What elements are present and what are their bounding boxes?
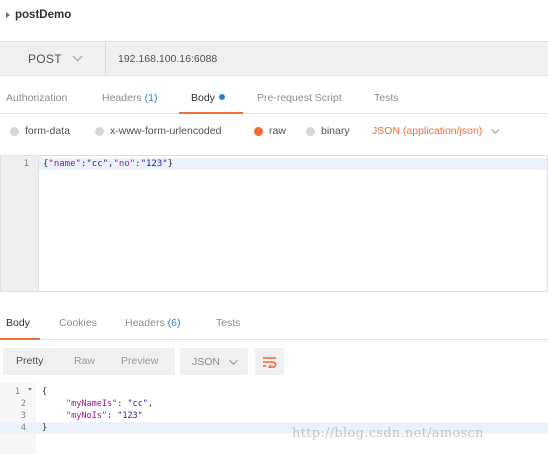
radio-icon xyxy=(306,126,315,136)
format-label: JSON xyxy=(192,355,221,368)
fold-toggle-icon[interactable] xyxy=(28,388,32,391)
watermark: http://blog.csdn.net/amoscn xyxy=(292,426,484,441)
code-line: "myNameIs": "cc", xyxy=(66,399,153,409)
response-body-viewer[interactable]: 1 2 3 4 { "myNameIs": "cc", "myNoIs": "1… xyxy=(0,383,548,454)
line-number: 3 xyxy=(20,411,26,421)
tab-pre-request-script[interactable]: Pre-request Script xyxy=(257,92,342,104)
collection-name: postDemo xyxy=(15,9,72,21)
code-line: "myNoIs": "123" xyxy=(66,411,143,421)
radio-x-www-form-urlencoded[interactable]: x-www-form-urlencoded xyxy=(95,125,221,137)
radio-form-data[interactable]: form-data xyxy=(10,125,70,137)
radio-label: binary xyxy=(321,125,350,137)
json-value: "cc" xyxy=(127,399,148,409)
tab-cookies[interactable]: Cookies xyxy=(59,317,97,329)
radio-binary[interactable]: binary xyxy=(306,125,350,137)
json-value: "cc" xyxy=(86,159,109,169)
body-mode-options: form-data x-www-form-urlencoded raw bina… xyxy=(0,122,548,142)
pretty-button[interactable]: Pretty xyxy=(16,355,43,367)
line-number: 4 xyxy=(20,423,26,433)
active-tab-indicator xyxy=(179,112,243,114)
tab-label: Authorization xyxy=(6,92,68,104)
tab-label: Headers xyxy=(102,92,142,104)
request-tabs: Authorization Headers (1) Body Pre-reque… xyxy=(0,86,548,114)
line-number: 1 xyxy=(14,387,20,397)
tab-headers[interactable]: Headers (1) xyxy=(102,92,157,104)
json-key: "name" xyxy=(48,159,81,169)
wrap-lines-button[interactable] xyxy=(255,348,284,375)
tab-response-headers[interactable]: Headers (6) xyxy=(125,317,180,329)
request-url-bar: POST 192.168.100.16:6088 xyxy=(0,41,548,76)
line-number-gutter xyxy=(1,156,39,291)
code-line: } xyxy=(42,423,48,433)
content-type-label: JSON (application/json) xyxy=(372,125,483,137)
radio-label: x-www-form-urlencoded xyxy=(110,125,222,137)
code-line: {"name":"cc","no":"123"} xyxy=(43,159,173,169)
divider xyxy=(105,42,106,75)
radio-selected-icon xyxy=(254,126,263,136)
colon: : xyxy=(117,399,128,409)
tab-response-tests[interactable]: Tests xyxy=(216,317,241,329)
json-key: "myNoIs" xyxy=(66,411,107,421)
tab-response-body[interactable]: Body xyxy=(6,317,30,329)
headers-count: (6) xyxy=(167,317,181,329)
line-number: 1 xyxy=(23,159,29,169)
method-select[interactable]: POST xyxy=(16,42,105,75)
view-mode-group: Pretty Raw Preview xyxy=(3,348,175,375)
response-tabs: Body Cookies Headers (6) Tests xyxy=(0,312,548,340)
radio-icon xyxy=(95,126,104,136)
url-input[interactable]: 192.168.100.16:6088 xyxy=(118,42,217,75)
tab-body[interactable]: Body xyxy=(191,92,225,104)
preview-button[interactable]: Preview xyxy=(121,355,158,367)
code-line: { xyxy=(42,387,48,397)
wrap-lines-icon xyxy=(263,356,277,368)
tab-authorization[interactable]: Authorization xyxy=(6,92,67,104)
headers-count: (1) xyxy=(144,92,158,104)
caret-right-icon[interactable] xyxy=(6,12,10,18)
method-label: POST xyxy=(28,51,62,66)
radio-label: raw xyxy=(269,125,286,137)
collection-breadcrumb[interactable]: postDemo xyxy=(0,0,548,30)
radio-raw[interactable]: raw xyxy=(254,125,286,137)
json-key: "no" xyxy=(113,159,136,169)
json-value: "123" xyxy=(117,411,143,421)
radio-icon xyxy=(10,126,19,136)
dot-indicator-icon xyxy=(218,94,225,100)
colon: : xyxy=(106,411,118,421)
response-view-bar: Pretty Raw Preview JSON xyxy=(0,348,548,376)
radio-label: form-data xyxy=(25,125,70,137)
tab-label: Tests xyxy=(374,92,399,104)
chevron-down-icon xyxy=(72,51,83,62)
line-number: 2 xyxy=(20,399,26,409)
json-key: "myNameIs" xyxy=(66,399,118,409)
comma: , xyxy=(147,399,154,409)
format-select[interactable]: JSON xyxy=(180,348,248,375)
tab-label: Pre-request Script xyxy=(257,92,342,104)
chevron-down-icon xyxy=(229,355,238,365)
json-value: "123" xyxy=(140,159,168,169)
brace: } xyxy=(167,159,174,169)
content-type-select[interactable]: JSON (application/json) xyxy=(372,125,500,137)
chevron-down-icon xyxy=(491,125,500,134)
tab-tests[interactable]: Tests xyxy=(374,92,399,104)
raw-button[interactable]: Raw xyxy=(74,355,95,367)
request-body-editor[interactable]: 1 {"name":"cc","no":"123"} xyxy=(0,155,548,292)
tab-label: Headers xyxy=(125,317,165,329)
tab-label: Body xyxy=(191,92,215,104)
active-tab-indicator xyxy=(0,338,40,340)
